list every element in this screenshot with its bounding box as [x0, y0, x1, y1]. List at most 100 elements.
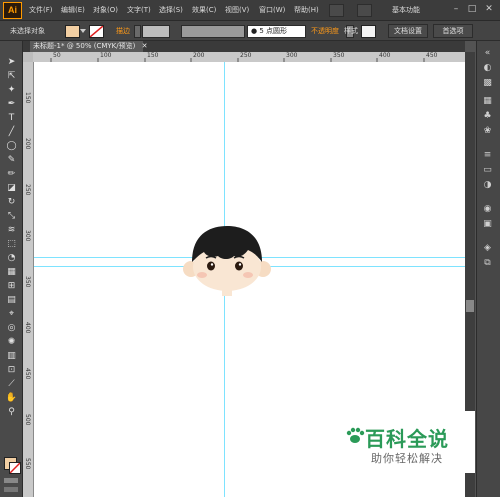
ellipse-tool-icon[interactable]: ◯ — [5, 140, 18, 153]
menu-type[interactable]: 文字(T) — [127, 5, 151, 15]
stroke-color-icon[interactable] — [9, 462, 21, 474]
draw-mode-icon[interactable] — [4, 487, 18, 492]
brushes-panel-icon[interactable]: ♣ — [481, 111, 494, 122]
neck — [222, 288, 232, 296]
column-graph-tool-icon[interactable]: ▥ — [5, 350, 18, 363]
direct-selection-tool-icon[interactable]: ⇱ — [5, 70, 18, 83]
scrollbar-thumb[interactable] — [466, 300, 474, 312]
layers-panel-icon[interactable]: ◈ — [481, 243, 494, 254]
preferences-button[interactable]: 首选项 — [433, 24, 473, 38]
color-mode-icon[interactable] — [4, 478, 18, 483]
document-tab-title: 未标题-1* @ 50% (CMYK/预览) — [33, 42, 136, 50]
stroke-swatch[interactable] — [89, 25, 104, 38]
selection-tool-icon[interactable]: ➤ — [5, 56, 18, 69]
watermark-title: 百科全说 — [365, 427, 449, 451]
ruler-tick-label: 400 — [24, 322, 31, 334]
ruler-tick-label: 300 — [24, 230, 31, 242]
mesh-tool-icon[interactable]: ⊞ — [5, 280, 18, 293]
ruler-origin[interactable] — [23, 52, 33, 62]
ruler-tick-label: 200 — [24, 138, 31, 150]
right-eye — [235, 261, 243, 271]
ruler-tick-label: 550 — [24, 458, 31, 470]
ruler-tick-label: 500 — [24, 414, 31, 426]
vertical-ruler[interactable]: 150 200 250 300 350 400 450 500 550 — [23, 62, 34, 497]
variable-width-profile[interactable] — [181, 25, 245, 38]
gradient-tool-icon[interactable]: ▤ — [5, 294, 18, 307]
paw-logo-icon — [346, 427, 365, 443]
left-cheek — [197, 272, 207, 278]
hand-tool-icon[interactable]: ✋ — [5, 392, 18, 405]
close-icon[interactable]: ✕ — [483, 3, 495, 15]
symbols-panel-icon[interactable]: ❀ — [481, 126, 494, 137]
cartoon-boy-head-artwork[interactable] — [182, 222, 272, 297]
artboard-tool-icon[interactable]: ⊡ — [5, 364, 18, 377]
menu-file[interactable]: 文件(F) — [29, 5, 53, 15]
eyedropper-tool-icon[interactable]: ⌖ — [5, 308, 18, 321]
watermark-subtitle: 助你轻松解决 — [371, 452, 443, 465]
free-transform-tool-icon[interactable]: ⬚ — [5, 238, 18, 251]
artboards-panel-icon[interactable]: ⧉ — [481, 258, 494, 269]
control-bar: 未选择对象 描边 ● 5 点圆形 不透明度 样式 文档设置 首选项 — [0, 21, 500, 41]
magic-wand-tool-icon[interactable]: ✦ — [5, 84, 18, 97]
maximize-icon[interactable]: □ — [466, 3, 478, 15]
collapse-panels-icon[interactable]: « — [481, 48, 494, 59]
menu-object[interactable]: 对象(O) — [93, 5, 118, 15]
style-label: 样式 — [344, 27, 358, 35]
color-panel-icon[interactable]: ◐ — [481, 63, 494, 74]
left-eye — [207, 261, 215, 271]
ruler-tick-label: 350 — [24, 276, 31, 288]
ruler-tick-label: 150 — [24, 92, 31, 104]
blend-tool-icon[interactable]: ◎ — [5, 322, 18, 335]
ruler-tick-label: 250 — [24, 184, 31, 196]
eraser-tool-icon[interactable]: ◪ — [5, 182, 18, 195]
workspace-switcher[interactable]: 基本功能 — [392, 5, 420, 15]
opacity-label[interactable]: 不透明度 — [311, 26, 339, 36]
width-tool-icon[interactable]: ≋ — [5, 224, 18, 237]
line-tool-icon[interactable]: ╱ — [5, 126, 18, 139]
stroke-panel-icon[interactable]: ≡ — [481, 150, 494, 161]
close-tab-icon[interactable]: ✕ — [142, 42, 148, 50]
arrange-documents-icon[interactable] — [357, 4, 372, 17]
graphic-styles-panel-icon[interactable]: ▣ — [481, 219, 494, 230]
minimize-icon[interactable]: – — [450, 3, 462, 15]
graphic-style-swatch[interactable] — [361, 25, 376, 38]
type-tool-icon[interactable]: T — [5, 112, 18, 125]
appearance-panel-icon[interactable]: ◉ — [481, 204, 494, 215]
fill-swatch[interactable] — [65, 25, 80, 38]
menu-effect[interactable]: 效果(C) — [192, 5, 216, 15]
document-setup-button[interactable]: 文档设置 — [388, 24, 428, 38]
document-tab[interactable]: 未标题-1* @ 50% (CMYK/预览) ✕ — [30, 41, 147, 52]
zoom-tool-icon[interactable]: ⚲ — [5, 406, 18, 419]
swatches-panel-icon[interactable]: ▦ — [481, 96, 494, 107]
paintbrush-tool-icon[interactable]: ✎ — [5, 154, 18, 167]
scale-tool-icon[interactable]: ⤡ — [5, 210, 18, 223]
menu-select[interactable]: 选择(S) — [159, 5, 183, 15]
rotate-tool-icon[interactable]: ↻ — [5, 196, 18, 209]
menu-edit[interactable]: 编辑(E) — [61, 5, 85, 15]
menu-window[interactable]: 窗口(W) — [259, 5, 285, 15]
chevron-down-icon[interactable] — [80, 29, 86, 33]
pencil-tool-icon[interactable]: ✏ — [5, 168, 18, 181]
menu-view[interactable]: 视图(V) — [225, 5, 249, 15]
gradient-panel-icon[interactable]: ▭ — [481, 165, 494, 176]
panel-dock — [476, 41, 500, 497]
perspective-grid-tool-icon[interactable]: ▦ — [5, 266, 18, 279]
symbol-sprayer-tool-icon[interactable]: ✺ — [5, 336, 18, 349]
menu-help[interactable]: 帮助(H) — [294, 5, 319, 15]
stroke-weight-stepper[interactable] — [134, 25, 141, 38]
right-cheek — [243, 272, 253, 278]
tools-panel: ➤ ⇱ ✦ ✒ T ╱ ◯ ✎ ✏ ◪ ↻ ⤡ ≋ ⬚ ◔ ▦ ⊞ ▤ ⌖ ◎ … — [0, 41, 23, 497]
brush-definition-dropdown[interactable]: ● 5 点圆形 — [247, 25, 306, 38]
ruler-tick-label: 450 — [24, 368, 31, 380]
menu-bar: Ai 文件(F) 编辑(E) 对象(O) 文字(T) 选择(S) 效果(C) 视… — [0, 0, 500, 21]
slice-tool-icon[interactable]: ⟋ — [5, 378, 18, 391]
bridge-icon[interactable] — [329, 4, 344, 17]
transparency-panel-icon[interactable]: ◑ — [481, 180, 494, 191]
stroke-label[interactable]: 描边 — [116, 26, 130, 36]
pen-tool-icon[interactable]: ✒ — [5, 98, 18, 111]
app-logo: Ai — [3, 2, 22, 19]
shape-builder-tool-icon[interactable]: ◔ — [5, 252, 18, 265]
color-guide-icon[interactable]: ▩ — [481, 78, 494, 89]
selection-status: 未选择对象 — [10, 27, 45, 35]
stroke-weight-field[interactable] — [142, 25, 170, 38]
